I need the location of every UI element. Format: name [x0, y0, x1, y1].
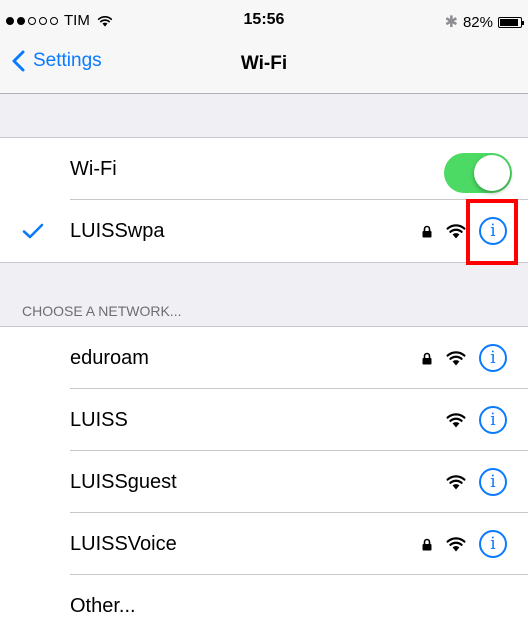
- info-icon[interactable]: i: [479, 406, 507, 434]
- wifi-icon: [446, 351, 466, 366]
- navigation-bar: Settings Wi-Fi: [0, 40, 528, 94]
- section-header: CHOOSE A NETWORK...: [22, 303, 182, 319]
- battery-cap: [522, 20, 524, 25]
- info-button-wrap: i: [479, 513, 507, 575]
- info-icon[interactable]: i: [479, 468, 507, 496]
- lock-icon: [422, 352, 432, 364]
- lock-icon-wrap: [422, 200, 432, 262]
- wifi-toggle-switch[interactable]: [444, 153, 512, 193]
- wifi-icon: [446, 537, 466, 552]
- network-name: LUISSguest: [70, 471, 177, 493]
- battery-percent: 82%: [462, 13, 493, 31]
- network-row[interactable]: LUISSguest i: [0, 451, 528, 513]
- wifi-icon-wrap: [446, 513, 466, 575]
- highlight-box: [466, 199, 518, 265]
- networks-list: eduroam i LUISS i LUISSguest i LUISSVoic…: [0, 326, 528, 619]
- other-network-row[interactable]: Other...: [0, 575, 528, 619]
- lock-icon-wrap: [422, 327, 432, 389]
- lock-icon-wrap: [422, 513, 432, 575]
- wifi-icon-wrap: [446, 200, 466, 262]
- battery-icon: [498, 16, 524, 28]
- checkmark-icon: [22, 223, 44, 239]
- wifi-group: Wi-Fi LUISSwpa i: [0, 137, 528, 263]
- connected-network-row[interactable]: LUISSwpa i: [0, 200, 528, 262]
- network-name: LUISSVoice: [70, 533, 177, 555]
- lock-icon: [422, 225, 432, 237]
- other-network-label: Other...: [70, 595, 136, 617]
- info-button-wrap: i: [479, 451, 507, 513]
- wifi-icon-wrap: [446, 327, 466, 389]
- connected-network-name: LUISSwpa: [70, 220, 165, 242]
- wifi-icon: [446, 224, 466, 239]
- network-row[interactable]: LUISSVoice i: [0, 513, 528, 575]
- bluetooth-icon: ✱: [444, 14, 458, 31]
- network-name: LUISS: [70, 409, 128, 431]
- info-button-wrap: i: [479, 327, 507, 389]
- info-icon[interactable]: i: [479, 344, 507, 372]
- network-row[interactable]: LUISS i: [0, 389, 528, 451]
- wifi-icon-wrap: [446, 389, 466, 451]
- battery-fill: [500, 18, 519, 26]
- status-right-group: ✱ 82%: [444, 12, 524, 32]
- info-button-wrap: i: [479, 389, 507, 451]
- wifi-toggle-label: Wi-Fi: [70, 158, 117, 180]
- status-bar: TIM 15:56 ✱ 82%: [0, 0, 528, 40]
- toggle-knob: [474, 155, 510, 191]
- wifi-toggle-row: Wi-Fi: [0, 138, 528, 200]
- wifi-icon: [446, 413, 466, 428]
- network-row[interactable]: eduroam i: [0, 327, 528, 389]
- wifi-icon: [446, 475, 466, 490]
- network-name: eduroam: [70, 347, 149, 369]
- lock-icon: [422, 538, 432, 550]
- wifi-settings-screen: TIM 15:56 ✱ 82% Settings Wi-Fi Wi-Fi LUI…: [0, 0, 528, 619]
- info-icon[interactable]: i: [479, 530, 507, 558]
- page-title: Wi-Fi: [240, 53, 288, 74]
- wifi-icon-wrap: [446, 451, 466, 513]
